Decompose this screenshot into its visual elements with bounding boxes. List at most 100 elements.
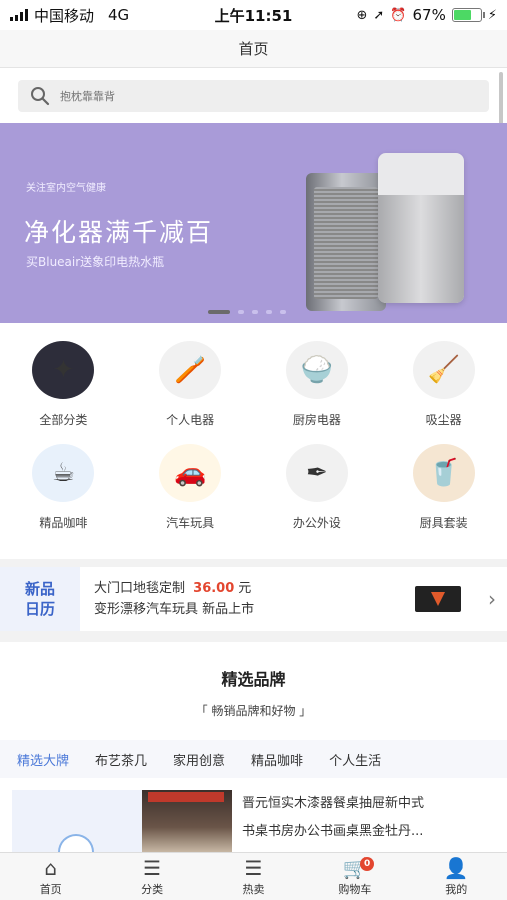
category-item[interactable]: ✦ 全部分类 (0, 341, 127, 444)
banner-dot[interactable] (280, 310, 286, 314)
tab-label: 热卖 (242, 882, 265, 896)
status-left: 中国移动 4G (10, 5, 129, 26)
search-input[interactable] (60, 89, 428, 103)
new-item-subtitle: 变形漂移汽车玩具 新品上市 (94, 602, 255, 617)
category-item[interactable]: 🍚 厨房电器 (254, 341, 381, 444)
brand-tab[interactable]: 个人生活 (312, 750, 390, 769)
status-right: ⊕ ➚ ⏰ 67% ⚡ (357, 6, 497, 24)
search-area (0, 68, 507, 123)
tab-label: 我的 (445, 882, 468, 896)
laptop-image (415, 586, 461, 612)
category-item[interactable]: ☕ 精品咖啡 (0, 444, 127, 547)
tab-item[interactable]: 🛒 购物车 0 (304, 853, 405, 900)
tab-label: 购物车 (338, 882, 372, 896)
battery-percent: 67% (412, 6, 446, 24)
search-box[interactable] (18, 80, 489, 112)
tab-label: 分类 (141, 882, 164, 896)
tab-item[interactable]: 👤 我的 (406, 853, 507, 900)
banner-subtitle: 买Blueair送象印电热水瓶 (26, 255, 165, 269)
brand-tabs: 精选大牌 布艺茶几 家用创意 精品咖啡 个人生活 (0, 740, 507, 778)
alarm-icon: ⏰ (390, 7, 407, 23)
page-title: 首页 (238, 40, 269, 58)
search-icon (31, 87, 50, 106)
rice-cooker-icon: 🍚 (285, 341, 348, 399)
brand-tab[interactable]: 精选大牌 (0, 750, 78, 769)
product-card[interactable]: 晋元恒实木漆器餐桌抽屉新中式 书桌书房办公书画桌黑金牡丹... (12, 790, 494, 852)
product-image (142, 790, 232, 852)
network-type: 4G (108, 6, 130, 24)
tab-label: 首页 (39, 882, 62, 896)
vacuum-icon: 🧹 (412, 341, 475, 399)
category-label: 精品咖啡 (39, 516, 88, 530)
category-label: 办公外设 (292, 516, 341, 530)
brand-tab[interactable]: 精品咖啡 (234, 750, 312, 769)
promo-banner[interactable]: 关注室内空气健康 净化器满千减百 买Blueair送象印电热水瓶 (0, 123, 507, 323)
banner-dot[interactable] (252, 310, 258, 314)
category-item[interactable]: 🥤 厨具套装 (380, 444, 507, 547)
divider (0, 559, 507, 567)
status-time: 上午11:51 (214, 6, 293, 25)
price-unit: 元 (238, 581, 252, 596)
chevron-right-icon[interactable]: › (477, 587, 507, 611)
category-label: 厨房电器 (292, 413, 341, 427)
badge-line1: 新品 (24, 580, 55, 598)
category-grid: ✦ 全部分类 🪥 个人电器 🍚 厨房电器 🧹 吸尘器 ☕ 精品咖啡 🚗 汽车玩具 ✒ 办公外设 🥤 厨具套装 (0, 323, 507, 559)
user-icon: 👤 (443, 855, 469, 880)
home-icon: ⌂ (44, 855, 58, 880)
new-item-price: 36.00 (193, 581, 235, 596)
banner-pagination[interactable] (208, 310, 286, 314)
category-item[interactable]: 🧹 吸尘器 (380, 341, 507, 444)
product-text: 晋元恒实木漆器餐桌抽屉新中式 书桌书房办公书画桌黑金牡丹... (232, 790, 494, 852)
charging-icon: ⚡ (487, 7, 497, 23)
list-icon: ☰ (143, 855, 162, 880)
page-header: 首页 (0, 30, 507, 68)
bottom-tab-bar: ⌂ 首页 ☰ 分类 ☰ 热卖 🛒 购物车 0 👤 我的 (0, 852, 507, 900)
all-categories-icon: ✦ (32, 341, 95, 399)
pen-icon: ✒ (285, 444, 348, 502)
category-label: 厨具套装 (419, 516, 468, 530)
category-label: 个人电器 (166, 413, 215, 427)
new-products-strip[interactable]: 新品 日历 大门口地毯定制 36.00 元 变形漂移汽车玩具 新品上市 › (0, 567, 507, 631)
battery-icon (451, 8, 485, 22)
category-label: 汽车玩具 (166, 516, 215, 530)
carrier-name: 中国移动 (34, 6, 95, 25)
tab-item[interactable]: ☰ 分类 (101, 853, 202, 900)
category-item[interactable]: ✒ 办公外设 (254, 444, 381, 547)
brand-tab[interactable]: 布艺茶几 (78, 750, 156, 769)
list-icon: ☰ (244, 855, 263, 880)
category-item[interactable]: 🚗 汽车玩具 (127, 444, 254, 547)
category-label: 吸尘器 (425, 413, 462, 427)
tab-item[interactable]: ☰ 热卖 (203, 853, 304, 900)
banner-title: 净化器满千减百 (24, 218, 214, 247)
brand-tab[interactable]: 家用创意 (156, 750, 234, 769)
coffee-icon: ☕ (32, 444, 95, 502)
new-products-text: 大门口地毯定制 36.00 元 变形漂移汽车玩具 新品上市 (80, 578, 415, 620)
banner-dot[interactable] (238, 310, 244, 314)
category-label: 全部分类 (39, 413, 88, 427)
tab-item[interactable]: ⌂ 首页 (0, 853, 101, 900)
product-title-line1: 晋元恒实木漆器餐桌抽屉新中式 (242, 796, 425, 811)
toy-car-icon: 🚗 (159, 444, 222, 502)
category-item[interactable]: 🪥 个人电器 (127, 341, 254, 444)
banner-dot[interactable] (208, 310, 230, 314)
toothbrush-icon: 🪥 (159, 341, 222, 399)
status-bar: 中国移动 4G 上午11:51 ⊕ ➚ ⏰ 67% ⚡ (0, 0, 507, 30)
brand-section: 精选品牌 「 畅销品牌和好物 」 精选大牌 布艺茶几 家用创意 精品咖啡 个人生活 晋元… (0, 642, 507, 852)
brand-logo-area (12, 790, 142, 852)
new-item-title: 大门口地毯定制 (94, 581, 186, 596)
air-purifier-image (378, 153, 464, 303)
banner-small-text: 关注室内空气健康 (26, 183, 106, 194)
new-products-badge: 新品 日历 (0, 567, 80, 631)
brand-subtitle: 「 畅销品牌和好物 」 (195, 704, 312, 718)
banner-dot[interactable] (266, 310, 272, 314)
lock-rotation-icon: ⊕ (356, 7, 368, 23)
cart-count-badge: 0 (360, 857, 375, 871)
badge-line2: 日历 (24, 600, 55, 618)
location-icon: ➚ (373, 7, 385, 23)
divider (0, 631, 507, 642)
brand-title: 精选品牌 (221, 670, 286, 689)
cup-icon: 🥤 (412, 444, 475, 502)
air-purifier-image (306, 173, 386, 311)
signal-icon (10, 9, 28, 21)
product-title-line2: 书桌书房办公书画桌黑金牡丹... (242, 824, 424, 839)
